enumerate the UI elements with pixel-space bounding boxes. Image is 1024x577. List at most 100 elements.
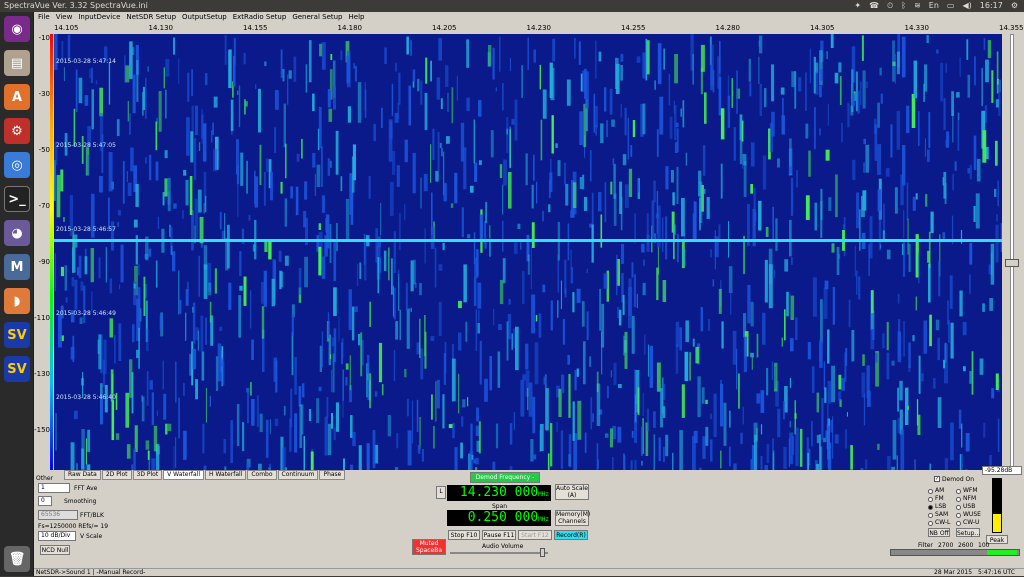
vscale-select[interactable]: 10 dB/Div — [38, 531, 76, 541]
signal-streak — [431, 227, 435, 249]
smoothing-input[interactable]: 0 — [38, 496, 52, 506]
scale-thumb[interactable] — [1005, 259, 1019, 267]
bluetooth-icon[interactable]: ᛒ — [901, 0, 906, 12]
mode-fm[interactable]: FM — [928, 495, 950, 503]
radio-dot[interactable] — [928, 505, 933, 510]
l-button[interactable]: L — [436, 486, 446, 499]
menu-item-0[interactable]: File — [38, 12, 50, 23]
signal-streak — [156, 122, 158, 151]
radio-dot[interactable] — [956, 497, 961, 502]
chromium-icon[interactable]: ◎ — [4, 152, 30, 178]
signal-streak — [791, 257, 792, 265]
spectravue-icon-2[interactable]: SV — [4, 356, 30, 382]
menu-item-4[interactable]: OutputSetup — [182, 12, 227, 23]
mode-wuse[interactable]: WUSE — [956, 511, 981, 519]
clock-icon[interactable]: ⏲ — [887, 0, 893, 12]
radio-dot[interactable] — [928, 489, 933, 494]
app-orange-icon[interactable]: ◗ — [4, 288, 30, 314]
mode-sam[interactable]: SAM — [928, 511, 950, 519]
tab-phase[interactable]: Phase — [319, 470, 345, 480]
nb-off-button[interactable]: NB Off — [928, 528, 950, 537]
tab-v-waterfall[interactable]: V Waterfall — [163, 470, 204, 480]
spectravue-icon[interactable]: SV — [4, 322, 30, 348]
audio-volume-slider[interactable] — [450, 552, 548, 554]
right-scroll-scale[interactable] — [1002, 34, 1024, 470]
menu-item-7[interactable]: Help — [349, 12, 365, 23]
fft-blk-label: FFT/BLK — [80, 512, 104, 519]
audio-volume-thumb[interactable] — [540, 548, 545, 557]
menu-item-1[interactable]: View — [56, 12, 73, 23]
waterfall-display[interactable]: 2015-03-28 5:47:142015-03-28 5:47:052015… — [54, 34, 1002, 470]
menu-item-5[interactable]: ExtRadio Setup — [233, 12, 287, 23]
scale-track[interactable] — [1010, 34, 1014, 470]
tab-3d-plot[interactable]: 3D Plot — [133, 470, 163, 480]
signal-streak — [503, 258, 506, 283]
mode-cw-u[interactable]: CW-U — [956, 519, 981, 527]
wifi-icon[interactable]: ≋ — [914, 0, 921, 12]
system-settings-icon[interactable]: ⚙ — [4, 118, 30, 144]
menu-item-2[interactable]: InputDevice — [78, 12, 120, 23]
freq-tick-9: 14.330 — [905, 24, 930, 32]
signal-streak — [897, 111, 901, 150]
files-icon[interactable]: ▤ — [4, 50, 30, 76]
tab-2d-plot[interactable]: 2D Plot — [102, 470, 132, 480]
battery-icon[interactable]: ▭ — [947, 0, 955, 12]
start-button[interactable]: Start F12 — [518, 530, 552, 540]
tab-continuum[interactable]: Continuum — [278, 470, 319, 480]
pause-button[interactable]: Pause F11 — [482, 530, 516, 540]
signal-streak — [623, 295, 625, 315]
radio-dot[interactable] — [956, 521, 961, 526]
terminal-icon[interactable]: >_ — [4, 186, 30, 212]
language-indicator[interactable]: En — [929, 0, 939, 12]
clock-display[interactable]: 16:17 — [980, 0, 1003, 12]
radio-dot[interactable] — [928, 497, 933, 502]
radio-dot[interactable] — [928, 513, 933, 518]
record-button[interactable]: Record(R) — [554, 530, 588, 540]
radio-dot[interactable] — [956, 489, 961, 494]
demod-on-checkbox[interactable]: ✓ — [934, 476, 940, 482]
auto-scale-button[interactable]: Auto Scale (A) — [555, 484, 589, 500]
signal-streak — [729, 411, 731, 428]
tab-raw-data[interactable]: Raw Data — [64, 470, 101, 480]
muted-button[interactable]: Muted SpaceBa — [412, 539, 446, 555]
signal-streak — [695, 347, 699, 363]
filter-bar[interactable] — [890, 549, 1020, 556]
filter-passband[interactable] — [987, 550, 1017, 555]
signal-streak — [142, 92, 143, 116]
menu-item-6[interactable]: General Setup — [292, 12, 342, 23]
signal-streak — [604, 87, 606, 111]
signal-streak — [194, 138, 196, 180]
menu-item-3[interactable]: NetSDR Setup — [126, 12, 176, 23]
mode-wfm[interactable]: WFM — [956, 487, 981, 495]
pidgin-icon[interactable]: ◕ — [4, 220, 30, 246]
stop-button[interactable]: Stop F10 — [448, 530, 480, 540]
memory-channels-button[interactable]: Memory(M) Channels — [555, 510, 589, 526]
ubuntu-dash-icon[interactable]: ◉ — [4, 16, 30, 42]
radio-dot[interactable] — [928, 521, 933, 526]
mode-usb[interactable]: USB — [956, 503, 981, 511]
mode-lsb[interactable]: LSB — [928, 503, 950, 511]
mode-am[interactable]: AM — [928, 487, 950, 495]
demod-frequency-button[interactable]: Demod Frequency - Inc — [470, 472, 540, 483]
ncd-null-button[interactable]: NCD Null — [40, 545, 70, 555]
software-center-icon[interactable]: A — [4, 84, 30, 110]
mode-cw-l[interactable]: CW-L — [928, 519, 950, 527]
signal-streak — [186, 289, 189, 306]
settings-gear-icon[interactable]: ⚙ — [1011, 0, 1018, 12]
setup-button[interactable]: Setup... — [956, 528, 980, 537]
signal-streak — [643, 393, 644, 416]
volume-icon[interactable]: ◀) — [962, 0, 971, 12]
fft-blk-select[interactable]: 65536 — [38, 510, 78, 520]
trash-icon[interactable]: 🗑 — [4, 546, 30, 572]
radio-dot[interactable] — [956, 513, 961, 518]
fft-ave-input[interactable]: 1 — [38, 483, 70, 493]
dropbox-icon[interactable]: ✦ — [854, 0, 861, 12]
tab-h-waterfall[interactable]: H Waterfall — [205, 470, 246, 480]
radio-dot[interactable] — [956, 505, 961, 510]
tab-combo[interactable]: Combo — [247, 470, 276, 480]
phone-icon[interactable]: ☎ — [869, 0, 879, 12]
signal-streak — [304, 436, 306, 470]
signal-streak — [713, 70, 715, 93]
mode-nfm[interactable]: NFM — [956, 495, 981, 503]
system-monitor-icon[interactable]: M — [4, 254, 30, 280]
